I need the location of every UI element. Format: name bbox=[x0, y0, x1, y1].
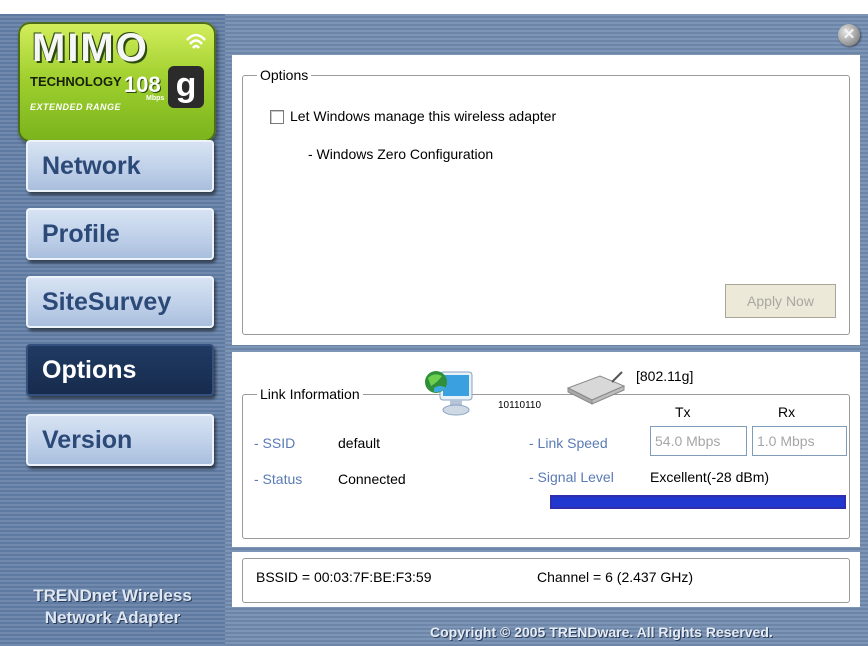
bits-label: 10110110 bbox=[498, 400, 542, 411]
wifi-signal-icon bbox=[186, 33, 206, 49]
app-window: MIMO TECHNOLOGY 108 Mbps g EXTENDED RANG… bbox=[0, 0, 868, 646]
logo-technology: TECHNOLOGY bbox=[30, 74, 122, 89]
copyright: Copyright © 2005 TRENDware. All Rights R… bbox=[430, 624, 773, 640]
top-strip bbox=[0, 0, 868, 14]
tx-header: Tx bbox=[675, 404, 691, 420]
mimo-logo: MIMO TECHNOLOGY 108 Mbps g EXTENDED RANG… bbox=[18, 22, 216, 142]
tx-speed-field: 54.0 Mbps bbox=[650, 426, 747, 456]
nav-sitesurvey-button[interactable]: SiteSurvey bbox=[26, 276, 214, 328]
channel-text: Channel = 6 (2.437 GHz) bbox=[537, 569, 694, 585]
options-panel: Options Let Windows manage this wireless… bbox=[232, 55, 860, 345]
status-value: Connected bbox=[338, 471, 406, 487]
signal-level-label: - Signal Level bbox=[529, 469, 614, 485]
nav-network-button[interactable]: Network bbox=[26, 140, 214, 192]
apply-now-button[interactable]: Apply Now bbox=[725, 284, 836, 318]
logo-speed-unit: Mbps bbox=[146, 95, 165, 102]
computer-icon bbox=[425, 371, 473, 416]
close-icon[interactable]: ✕ bbox=[838, 24, 860, 46]
ssid-label: - SSID bbox=[254, 435, 296, 451]
manage-adapter-checkbox[interactable] bbox=[270, 110, 284, 124]
nav-options-button[interactable]: Options bbox=[26, 344, 214, 396]
bssid-text: BSSID = 00:03:7F:BE:F3:59 bbox=[256, 569, 432, 585]
options-legend: Options bbox=[257, 67, 312, 83]
link-info-legend: Link Information bbox=[257, 386, 363, 402]
rx-header: Rx bbox=[778, 404, 796, 420]
logo-extended-range: EXTENDED RANGE bbox=[30, 102, 122, 112]
brand-line-1: TRENDnet Wireless bbox=[33, 586, 192, 605]
ssid-value: default bbox=[338, 435, 381, 451]
wzc-label: - Windows Zero Configuration bbox=[308, 146, 494, 162]
brand-line-2: Network Adapter bbox=[44, 608, 181, 627]
bssid-panel: BSSID = 00:03:7F:BE:F3:59 Channel = 6 (2… bbox=[232, 552, 860, 607]
manage-adapter-label: Let Windows manage this wireless adapter bbox=[290, 108, 557, 124]
wireless-mode: [802.11g] bbox=[636, 368, 694, 384]
link-info-panel: Link Information 10110110 [802.11g] Tx R… bbox=[232, 352, 860, 547]
status-label: - Status bbox=[254, 471, 303, 487]
nav-version-button[interactable]: Version bbox=[26, 414, 214, 466]
link-speed-label: - Link Speed bbox=[529, 435, 608, 451]
link-info-group bbox=[242, 394, 850, 539]
router-icon bbox=[566, 371, 626, 405]
logo-brand: MIMO bbox=[32, 26, 149, 70]
logo-g: g bbox=[168, 66, 204, 108]
signal-level-value: Excellent(-28 dBm) bbox=[650, 469, 770, 485]
brand-text: TRENDnet Wireless Network Adapter bbox=[0, 585, 225, 629]
nav-profile-button[interactable]: Profile bbox=[26, 208, 214, 260]
rx-speed-field: 1.0 Mbps bbox=[752, 426, 847, 456]
signal-level-bar bbox=[550, 495, 846, 509]
